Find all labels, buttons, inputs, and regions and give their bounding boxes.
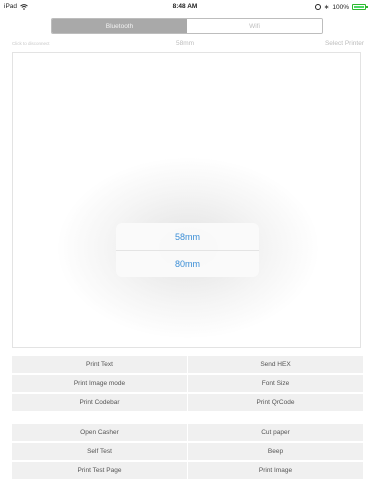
- beep-button[interactable]: Beep: [188, 443, 363, 460]
- paper-size-picker: 58mm 80mm: [116, 223, 259, 277]
- paper-size-label[interactable]: 58mm: [0, 40, 370, 47]
- self-test-button[interactable]: Self Test: [12, 443, 187, 460]
- open-casher-button[interactable]: Open Casher: [12, 424, 187, 441]
- printer-toolbar: Click to disconnect 58mm Select Printer: [0, 38, 370, 50]
- printer-list-panel: 58mm 80mm: [12, 52, 361, 348]
- battery-percent: 100%: [332, 3, 349, 11]
- tab-bluetooth[interactable]: Bluetooth: [52, 19, 187, 33]
- tab-wifi[interactable]: Wifi: [187, 19, 322, 33]
- cut-paper-button[interactable]: Cut paper: [188, 424, 363, 441]
- status-right: ∗ 100%: [314, 3, 368, 11]
- action-buttons-group-2: Open Casher Cut paper Self Test Beep Pri…: [12, 424, 363, 479]
- print-image-button[interactable]: Print Image: [188, 462, 363, 479]
- action-buttons-group-1: Print Text Send HEX Print Image mode Fon…: [12, 356, 363, 411]
- bluetooth-icon: ∗: [323, 4, 330, 11]
- print-codebar-button[interactable]: Print Codebar: [12, 394, 187, 411]
- paper-option-58mm[interactable]: 58mm: [116, 223, 259, 250]
- status-bar: iPad 8:48 AM ∗ 100%: [0, 0, 370, 13]
- select-printer-button[interactable]: Select Printer: [325, 40, 364, 47]
- battery-icon: [352, 4, 368, 10]
- print-qrcode-button[interactable]: Print QrCode: [188, 394, 363, 411]
- battery-fill: [354, 6, 364, 8]
- print-text-button[interactable]: Print Text: [12, 356, 187, 373]
- connection-type-segmented-control[interactable]: Bluetooth Wifi: [51, 18, 323, 34]
- alarm-icon: [314, 4, 321, 10]
- print-test-page-button[interactable]: Print Test Page: [12, 462, 187, 479]
- paper-option-80mm[interactable]: 80mm: [116, 250, 259, 277]
- send-hex-button[interactable]: Send HEX: [188, 356, 363, 373]
- font-size-button[interactable]: Font Size: [188, 375, 363, 392]
- print-image-mode-button[interactable]: Print Image mode: [12, 375, 187, 392]
